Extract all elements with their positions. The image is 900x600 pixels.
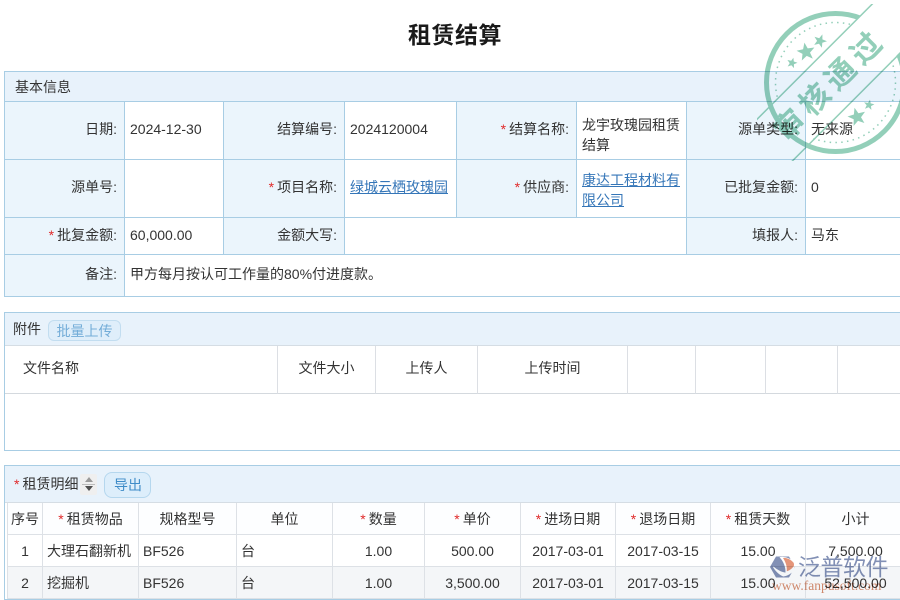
svg-text:www.fanpusoft.com: www.fanpusoft.com [772,578,882,593]
